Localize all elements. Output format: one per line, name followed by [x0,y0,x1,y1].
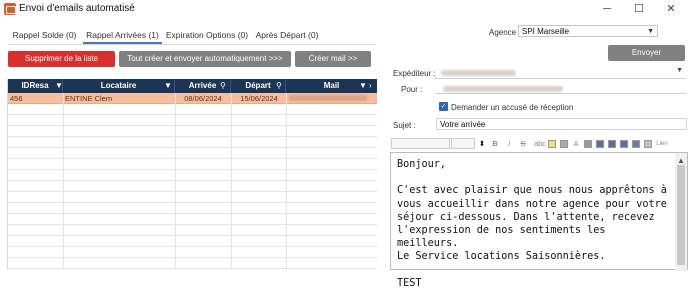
text-color-icon[interactable]: A [572,139,580,149]
filter-icon[interactable]: ▼ [359,81,367,90]
cell-mail [288,93,376,104]
font-family-select[interactable] [391,138,450,149]
align-center-icon[interactable] [596,140,604,148]
column-divider [286,93,287,270]
email-app-icon [4,3,16,15]
tab-expiration-options[interactable]: Expiration Options (0) [164,28,250,44]
chevron-down-icon: ▼ [647,28,654,35]
column-divider [63,93,64,270]
tab-divider [8,44,376,45]
chevron-down-icon: ▼ [676,67,683,74]
image-icon[interactable] [644,140,652,148]
highlight-icon[interactable] [548,140,556,148]
format-toolbar: ⬍ B I S abc A Lien [390,137,688,151]
read-receipt-checkbox[interactable]: ✓ [439,102,448,111]
chevron-right-icon[interactable]: › [369,81,372,90]
title-bar: Envoi d'emails automatisé ─ ☐ ✕ [0,0,688,18]
recipient-field[interactable] [435,82,686,94]
email-body-editor[interactable]: Bonjour, C'est avec plaisir que nous nou… [390,152,688,289]
cell-depart: 15/06/2024 [240,94,278,103]
delete-from-list-button[interactable]: Supprimer de la liste [8,51,115,67]
align-left-icon[interactable] [584,140,592,148]
column-locataire[interactable]: Locataire [63,79,175,93]
filter-icon[interactable]: ▼ [55,81,63,90]
maximize-button[interactable]: ☐ [626,1,652,17]
send-button[interactable]: Envoyer [608,45,685,61]
blurred-email [288,95,368,101]
tab-apres-depart[interactable]: Après Départ (0) [252,28,322,44]
blurred-recipient [443,86,563,92]
search-icon[interactable]: ⚲ [276,81,282,90]
agency-value: SPI Marseille [522,27,570,36]
tab-rappel-arrivees[interactable]: Rappel Arrivées (1) [83,28,162,44]
font-size-stepper-icon[interactable]: ⬍ [478,139,486,149]
column-divider [231,93,232,270]
grid-header: IDResa ▼ Locataire ▼ Arrivée ⚲ Départ ⚲ … [8,79,377,93]
close-button[interactable]: ✕ [658,1,684,17]
strikethrough-abc-icon[interactable]: abc [533,139,547,149]
strikethrough-icon[interactable]: S [519,139,527,149]
email-body-text[interactable]: Bonjour, C'est avec plaisir que nous nou… [397,158,669,290]
color-icon[interactable] [560,140,568,148]
cell-arrivee: 08/06/2024 [184,94,222,103]
filter-icon[interactable]: ▼ [164,81,172,90]
minimize-button[interactable]: ─ [594,1,620,17]
link-icon[interactable]: Lien [655,139,669,149]
reservation-grid: IDResa ▼ Locataire ▼ Arrivée ⚲ Départ ⚲ … [7,79,377,270]
indent-icon[interactable] [632,140,640,148]
agency-label: Agence [489,28,517,37]
editor-scrollbar[interactable]: ▲ [675,153,687,271]
scroll-up-icon[interactable]: ▲ [677,156,685,165]
subject-field[interactable]: Votre arrivée [436,118,687,130]
window-title: Envoi d'emails automatisé [19,3,135,14]
subject-label: Sujet : [393,121,416,130]
tab-rappel-solde[interactable]: Rappel Solde (0) [8,28,81,44]
justify-icon[interactable] [620,140,628,148]
scroll-thumb[interactable] [677,165,685,265]
read-receipt-label: Demander un accusé de réception [451,103,574,112]
recipient-label: Pour : [401,85,423,94]
cell-locataire: ENTINE Clem [65,94,113,103]
font-size-select[interactable] [451,138,475,149]
create-mail-button[interactable]: Créer mail >> [295,51,371,67]
search-icon[interactable]: ⚲ [220,81,226,90]
agency-select[interactable]: SPI Marseille ▼ [518,25,658,37]
auto-send-all-button[interactable]: Tout créer et envoyer automatiquement >>… [119,51,291,67]
sender-field[interactable]: ▼ [435,67,686,79]
italic-icon[interactable]: I [505,139,513,149]
sender-label: Expéditeur : [393,69,436,78]
bold-icon[interactable]: B [491,139,499,149]
cell-id: 456 [10,94,23,103]
align-right-icon[interactable] [608,140,616,148]
column-divider [175,93,176,270]
blurred-sender [441,70,516,76]
